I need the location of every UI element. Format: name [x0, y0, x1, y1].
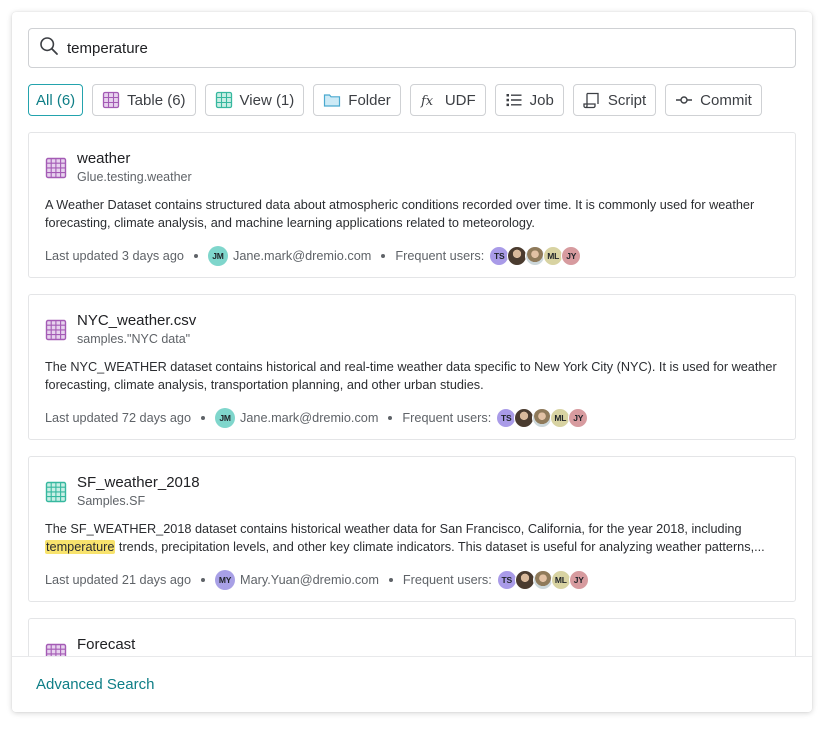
commit-icon	[675, 91, 693, 109]
separator-dot	[201, 416, 206, 420]
script-icon	[583, 91, 601, 109]
result-card[interactable]: Forecast	[28, 618, 796, 656]
separator-dot	[388, 416, 393, 420]
avatar[interactable]	[514, 570, 535, 590]
search-panel: All (6) Table (6) View (1) Folder fx UDF	[12, 12, 812, 712]
result-description: A Weather Dataset contains structured da…	[45, 198, 755, 230]
last-updated: Last updated 72 days ago	[45, 411, 192, 425]
table-icon	[45, 319, 67, 341]
filter-view[interactable]: View (1)	[204, 84, 305, 116]
filter-folder[interactable]: Folder	[313, 84, 401, 116]
description-text: The SF_WEATHER_2018 dataset contains his…	[45, 522, 742, 536]
filter-commit[interactable]: Commit	[665, 84, 762, 116]
panel-footer: Advanced Search	[12, 656, 812, 712]
job-list-icon	[505, 91, 523, 109]
filter-job[interactable]: Job	[494, 84, 564, 116]
last-updated: Last updated 21 days ago	[45, 573, 192, 587]
avatar[interactable]: JY	[568, 570, 589, 590]
table-icon	[45, 157, 67, 179]
result-card[interactable]: NYC_weather.csv samples."NYC data" The N…	[28, 294, 796, 440]
filter-table-label: Table (6)	[127, 91, 186, 109]
result-title[interactable]: SF_weather_2018	[77, 474, 200, 491]
advanced-search-link[interactable]: Advanced Search	[36, 676, 154, 693]
avatar[interactable]	[532, 570, 553, 590]
frequent-users: TS ML JY	[489, 246, 582, 266]
filter-chips: All (6) Table (6) View (1) Folder fx UDF	[28, 84, 762, 116]
owner-avatar: JM	[207, 246, 228, 266]
result-title[interactable]: NYC_weather.csv	[77, 312, 196, 329]
result-meta: Last updated 21 days ago MY Mary.Yuan@dr…	[45, 568, 589, 592]
search-input[interactable]	[67, 39, 747, 57]
separator-dot	[201, 578, 206, 582]
avatar[interactable]	[525, 246, 546, 266]
result-card[interactable]: SF_weather_2018 Samples.SF The SF_WEATHE…	[28, 456, 796, 602]
last-updated: Last updated 3 days ago	[45, 249, 184, 263]
results-list: weather Glue.testing.weather A Weather D…	[28, 132, 796, 656]
folder-icon	[323, 91, 341, 109]
frequent-users-label: Frequent users:	[402, 573, 492, 587]
frequent-users: TS ML JY	[496, 408, 589, 428]
avatar[interactable]: ML	[550, 408, 571, 428]
result-title[interactable]: Forecast	[77, 636, 135, 653]
owner-email[interactable]: Jane.mark@dremio.com	[233, 249, 371, 263]
filter-view-label: View (1)	[239, 91, 295, 109]
avatar[interactable]: ML	[543, 246, 564, 266]
owner-email[interactable]: Mary.Yuan@dremio.com	[240, 573, 379, 587]
result-path: samples."NYC data"	[77, 332, 191, 346]
filter-table[interactable]: Table (6)	[92, 84, 196, 116]
filter-job-label: Job	[529, 91, 554, 109]
view-icon	[45, 481, 67, 503]
filter-all-label: All (6)	[36, 91, 76, 109]
avatar[interactable]: JY	[568, 408, 589, 428]
search-highlight: temperature	[45, 540, 116, 554]
frequent-users: TS ML JY	[496, 570, 589, 590]
owner-avatar: MY	[215, 570, 236, 590]
separator-dot	[193, 254, 198, 258]
separator-dot	[388, 578, 393, 582]
table-icon	[45, 643, 67, 656]
description-text: trends, precipitation levels, and other …	[115, 540, 765, 554]
result-meta: Last updated 3 days ago JM Jane.mark@dre…	[45, 244, 582, 268]
avatar[interactable]: TS	[489, 246, 510, 266]
result-title[interactable]: weather	[77, 150, 130, 167]
filter-udf-label: UDF	[444, 91, 476, 109]
frequent-users-label: Frequent users:	[395, 249, 485, 263]
avatar[interactable]: JY	[561, 246, 582, 266]
owner-email[interactable]: Jane.mark@dremio.com	[240, 411, 378, 425]
avatar[interactable]	[532, 408, 553, 428]
avatar[interactable]: ML	[550, 570, 571, 590]
avatar[interactable]: TS	[496, 570, 517, 590]
result-description: The SF_WEATHER_2018 dataset contains his…	[45, 520, 785, 556]
svg-text:fx: fx	[420, 94, 434, 109]
avatar[interactable]	[514, 408, 535, 428]
view-icon	[215, 91, 233, 109]
filter-commit-label: Commit	[700, 91, 752, 109]
result-card[interactable]: weather Glue.testing.weather A Weather D…	[28, 132, 796, 278]
result-meta: Last updated 72 days ago JM Jane.mark@dr…	[45, 406, 589, 430]
search-icon	[39, 36, 59, 61]
separator-dot	[381, 254, 386, 258]
avatar[interactable]	[507, 246, 528, 266]
result-path: Glue.testing.weather	[77, 170, 192, 184]
table-icon	[102, 91, 120, 109]
function-icon: fx	[420, 91, 438, 109]
filter-script-label: Script	[607, 91, 647, 109]
result-description: The NYC_WEATHER dataset contains histori…	[45, 360, 777, 392]
result-path: Samples.SF	[77, 494, 146, 508]
filter-folder-label: Folder	[348, 91, 391, 109]
avatar[interactable]: TS	[496, 408, 517, 428]
search-box[interactable]	[28, 28, 796, 68]
owner-avatar: JM	[215, 408, 236, 428]
frequent-users-label: Frequent users:	[402, 411, 492, 425]
filter-udf[interactable]: fx UDF	[409, 84, 486, 116]
filter-script[interactable]: Script	[572, 84, 657, 116]
filter-all[interactable]: All (6)	[28, 84, 84, 116]
